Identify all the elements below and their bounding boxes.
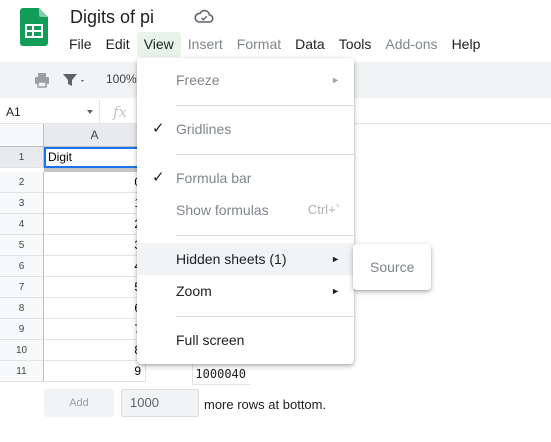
sheets-logo-icon[interactable] — [20, 8, 48, 46]
filter-icon[interactable] — [61, 71, 87, 89]
table-cell-a1[interactable]: Digit — [44, 147, 146, 168]
shortcut-hint: Ctrl+` — [307, 202, 340, 217]
table-cell[interactable]: 8 — [44, 340, 146, 361]
table-cell[interactable]: 1 — [44, 193, 146, 214]
hidden-sheets-submenu: Source — [353, 244, 431, 290]
row-header[interactable]: 6 — [0, 256, 44, 277]
menu-item-label: Show formulas — [176, 202, 269, 218]
table-cell[interactable]: 6 — [44, 298, 146, 319]
menu-item-label: Zoom — [176, 283, 212, 299]
row-header[interactable]: 8 — [0, 298, 44, 319]
menu-divider — [176, 235, 354, 236]
menu-item-zoom[interactable]: Zoom ► — [137, 275, 354, 307]
document-title[interactable]: Digits of pi — [70, 7, 154, 28]
row-header[interactable]: 2 — [0, 172, 44, 193]
select-all-corner[interactable] — [0, 124, 44, 147]
row-header[interactable]: 4 — [0, 214, 44, 235]
column-header-a[interactable]: A — [44, 124, 146, 147]
submenu-item-source[interactable]: Source — [353, 251, 431, 283]
table-cell[interactable]: 5 — [44, 277, 146, 298]
table-cell[interactable]: 4 — [44, 256, 146, 277]
menu-divider — [176, 105, 354, 106]
view-menu-dropdown: Freeze ► ✓ Gridlines ✓ Formula bar Show … — [137, 58, 354, 364]
fx-icon: fx — [113, 103, 128, 121]
menu-item-label: Freeze — [176, 72, 220, 88]
menu-edit[interactable]: Edit — [99, 32, 137, 57]
menu-item-hidden-sheets[interactable]: Hidden sheets (1) ► — [137, 243, 354, 275]
menu-item-label: Formula bar — [176, 170, 252, 186]
submenu-arrow-icon: ► — [331, 254, 340, 264]
print-icon[interactable] — [33, 71, 51, 89]
table-cell-b11[interactable]: 1000040 — [192, 364, 250, 385]
table-cell[interactable]: 0 — [44, 172, 146, 193]
menu-item-formula-bar[interactable]: ✓ Formula bar — [137, 162, 354, 194]
row-header[interactable]: 5 — [0, 235, 44, 256]
menu-item-label: Hidden sheets (1) — [176, 251, 287, 267]
menu-format[interactable]: Format — [230, 32, 288, 57]
row-header[interactable]: 7 — [0, 277, 44, 298]
menu-divider — [176, 154, 354, 155]
menu-divider — [176, 316, 354, 317]
menu-view[interactable]: View — [136, 32, 181, 57]
table-cell[interactable]: 2 — [44, 214, 146, 235]
row-header[interactable]: 3 — [0, 193, 44, 214]
chevron-down-icon — [87, 110, 93, 114]
menu-file[interactable]: File — [62, 32, 99, 57]
menu-insert[interactable]: Insert — [181, 32, 230, 57]
menu-item-label: Gridlines — [176, 121, 232, 137]
submenu-arrow-icon: ► — [331, 75, 340, 85]
table-cell[interactable]: 3 — [44, 235, 146, 256]
zoom-select[interactable]: 100% — [106, 72, 137, 86]
menu-item-full-screen[interactable]: Full screen — [137, 324, 354, 356]
table-cell[interactable]: 7 — [44, 319, 146, 340]
menu-data[interactable]: Data — [288, 32, 332, 57]
submenu-arrow-icon: ► — [331, 286, 340, 296]
menu-item-label: Full screen — [176, 332, 245, 348]
row-header[interactable]: 9 — [0, 319, 44, 340]
menu-help[interactable]: Help — [445, 32, 488, 57]
checkmark-icon: ✓ — [152, 120, 165, 137]
checkmark-icon: ✓ — [152, 169, 165, 186]
table-cell[interactable]: 9 — [44, 361, 146, 382]
add-rows-label: more rows at bottom. — [204, 397, 327, 412]
add-rows-button[interactable]: Add — [44, 389, 114, 417]
menu-item-freeze[interactable]: Freeze ► — [137, 64, 354, 96]
menu-item-show-formulas[interactable]: Show formulas Ctrl+` — [137, 194, 354, 226]
row-header[interactable]: 1 — [0, 147, 44, 168]
menu-bar: File Edit View Insert Format Data Tools … — [62, 32, 487, 58]
row-header[interactable]: 11 — [0, 361, 44, 382]
rows-count-input[interactable]: 1000 — [121, 389, 199, 417]
name-box-value: A1 — [6, 105, 21, 119]
row-header[interactable]: 10 — [0, 340, 44, 361]
menu-addons[interactable]: Add-ons — [378, 32, 444, 57]
name-box[interactable]: A1 — [0, 100, 100, 124]
menu-item-gridlines[interactable]: ✓ Gridlines — [137, 113, 354, 145]
menu-tools[interactable]: Tools — [332, 32, 379, 57]
cloud-saved-icon[interactable] — [194, 9, 214, 25]
